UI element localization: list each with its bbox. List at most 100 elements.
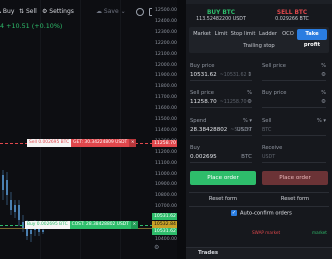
spend-label: Spend <box>190 118 207 124</box>
buy-price-label: Buy price <box>190 63 215 69</box>
candle-body <box>42 230 44 232</box>
candle-body <box>30 230 32 234</box>
trades-section-header[interactable]: Trades <box>186 247 332 259</box>
chart-area[interactable]: ▴ Buy ⇅ Sell ⚙ Settings ☁ Save ⌄ 4 +10.5… <box>0 0 177 259</box>
percent-toggle[interactable]: % ▾ <box>243 118 252 125</box>
sell-order-tag[interactable]: Sell 0.002695 BTC GET: 30.34224809 USDT × <box>27 139 137 147</box>
order-type-tabs: Market Limit Stop limit Ladder OCO Take … <box>189 27 329 53</box>
sell-order-cost: GET: 30.34224809 USDT <box>71 139 130 147</box>
price-tick: 12300.00 <box>155 29 177 35</box>
sell-price-flag: 11258.70 <box>152 140 177 147</box>
sell-price-label-r: Sell price <box>262 63 286 69</box>
buy-ticker: BUY BTC <box>207 10 235 16</box>
price-tick: 11400.00 <box>155 127 177 133</box>
sell-amount-field[interactable]: Sell % ▾ BTC <box>262 118 326 137</box>
percent-toggle[interactable]: % ▾ <box>317 118 326 125</box>
last-price-flag: 10532.84 <box>152 221 177 228</box>
price-tick: 10800.00 <box>155 193 177 199</box>
tab-take-profit[interactable]: Take profit <box>297 29 327 48</box>
reset-form-button-2[interactable]: Reset form <box>262 196 328 202</box>
buy-market-note: market <box>312 230 327 235</box>
price-tick: 11200.00 <box>155 149 177 155</box>
buy-amount-unit: BTC <box>241 154 252 160</box>
buy-price-field-r[interactable]: Buy price% ⚙ <box>262 90 326 109</box>
buy-order-tag[interactable]: Buy 0.002695 BTC COST: 28.38428802 USDT × <box>25 221 138 229</box>
divider <box>189 206 329 207</box>
buy-price-value[interactable]: 10531.62 <box>190 72 217 78</box>
price-tick: 12000.00 <box>155 62 177 68</box>
candle-body <box>6 180 8 195</box>
sell-price-field-r[interactable]: Sell price% ⚙ <box>262 63 326 82</box>
settings-icon[interactable]: ⚙ <box>247 97 252 108</box>
buy-order-label: Buy 0.002695 BTC <box>25 221 70 229</box>
buy-price-flag-2: 10531.62 <box>152 228 177 235</box>
percent-toggle[interactable]: % <box>321 63 326 70</box>
tab-market[interactable]: Market <box>192 29 212 40</box>
checkbox-checked-icon[interactable]: ✓ <box>231 210 237 216</box>
buy-amount-value[interactable]: 0.002695 <box>190 154 217 160</box>
buy-price-flag: 10531.62 <box>152 213 177 220</box>
buy-price-hint: ~10531.62 <box>219 73 247 78</box>
price-tick: 11900.00 <box>155 73 177 79</box>
auto-confirm-toggle[interactable]: ✓ Auto-confirm orders <box>231 210 292 217</box>
swap-icon[interactable]: ⇕ <box>247 70 252 81</box>
sell-price-value[interactable]: 11258.70 <box>190 99 217 105</box>
sell-price-field[interactable]: Sell price% 11258.70 ~11258.70 ⚙ <box>190 90 252 109</box>
price-tick: 11700.00 <box>155 95 177 101</box>
receive-unit: USDT <box>262 155 276 160</box>
reset-form-button[interactable]: Reset form <box>190 196 256 202</box>
spend-value[interactable]: 28.38428802 <box>190 127 227 133</box>
close-icon[interactable]: × <box>129 139 137 147</box>
receive-field[interactable]: Receive USDT <box>262 145 326 164</box>
price-tick: 12100.00 <box>155 51 177 57</box>
place-sell-order-button[interactable]: Place order <box>262 171 328 185</box>
axis-settings-icon[interactable]: ⚙ <box>154 244 159 251</box>
candle-body <box>10 200 12 210</box>
price-tick: 10900.00 <box>155 182 177 188</box>
sell-price-label: Sell price <box>190 90 214 96</box>
buy-amount-field[interactable]: Buy 0.002695 BTC <box>190 145 252 164</box>
price-tick: 10700.00 <box>155 204 177 210</box>
settings-icon[interactable]: ⚙ <box>321 70 326 81</box>
tab-trailing-stop[interactable]: Trailing stop <box>189 41 329 52</box>
sell-balance-value: 0.029266 BTC <box>275 17 309 22</box>
buy-price-label-r: Buy price <box>262 90 287 96</box>
candle-body <box>14 205 16 212</box>
spend-field[interactable]: Spend% ▾ 28.38428802 ~528.39 USDT <box>190 118 252 137</box>
sell-balance: SELL BTC 0.029266 BTC <box>262 10 322 22</box>
percent-toggle[interactable]: % <box>247 90 252 97</box>
tab-stop-limit[interactable]: Stop limit <box>230 29 256 40</box>
price-tick: 12200.00 <box>155 40 177 46</box>
sell-order-label: Sell 0.002695 BTC <box>27 139 72 147</box>
tab-limit[interactable]: Limit <box>213 29 229 40</box>
trade-panel: BUY BTC 113.52482200 USDT SELL BTC 0.029… <box>186 0 332 259</box>
price-tick: 11600.00 <box>155 106 177 112</box>
sell-amount-unit: BTC <box>262 128 272 133</box>
auto-confirm-label: Auto-confirm orders <box>240 210 292 217</box>
price-tick: 11500.00 <box>155 117 177 122</box>
buy-balance: BUY BTC 113.52482200 USDT <box>191 10 251 22</box>
price-tick: 10400.00 <box>155 236 177 242</box>
buy-price-field[interactable]: Buy price 10531.62 ~10531.62 ⇕ <box>190 63 252 82</box>
spend-unit: USDT <box>236 127 252 133</box>
buy-balance-value: 113.52482200 USDT <box>196 17 246 22</box>
percent-toggle[interactable]: % <box>321 90 326 97</box>
price-tick: 11800.00 <box>155 84 177 90</box>
divider <box>189 192 329 193</box>
panel-divider[interactable] <box>177 0 186 259</box>
close-icon[interactable]: × <box>130 221 138 229</box>
buy-order-cost: COST: 28.38428802 USDT <box>69 221 131 229</box>
settings-icon[interactable]: ⚙ <box>321 97 326 108</box>
receive-label: Receive <box>262 145 283 151</box>
price-tick: 12400.00 <box>155 18 177 24</box>
sell-price-hint: ~11258.70 <box>219 100 247 105</box>
candle-body <box>18 205 20 220</box>
price-tick: 12500.00 <box>155 8 177 13</box>
tab-ladder[interactable]: Ladder <box>257 29 279 40</box>
trades-label: Trades <box>198 250 219 256</box>
sell-market-note: SWAP market <box>252 230 281 235</box>
price-tick: 11000.00 <box>155 171 177 177</box>
tab-oco[interactable]: OCO <box>280 29 296 40</box>
place-buy-order-button[interactable]: Place order <box>190 171 256 185</box>
price-tick: 11100.00 <box>155 160 177 166</box>
